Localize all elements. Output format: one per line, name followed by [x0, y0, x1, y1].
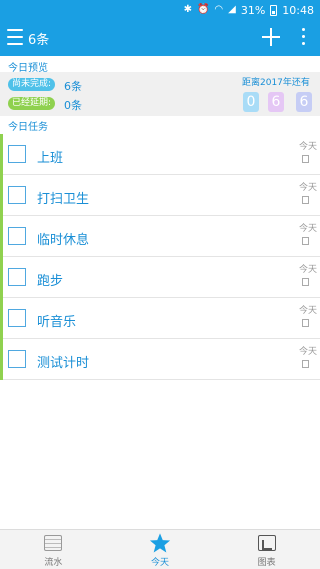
task-checkbox[interactable]: [8, 227, 26, 245]
tab-label: 图表: [257, 558, 276, 568]
task-priority-bar: [0, 339, 3, 380]
task-title: 跑步: [37, 274, 64, 289]
note-icon: [302, 278, 309, 286]
task-title: 打扫卫生: [37, 192, 90, 207]
countdown-digit: 6: [268, 92, 284, 112]
battery-icon: [270, 4, 278, 16]
task-title: 测试计时: [37, 356, 90, 371]
task-checkbox[interactable]: [8, 350, 26, 368]
task-row[interactable]: 上班 今天: [0, 134, 320, 175]
more-icon[interactable]: [302, 28, 306, 46]
task-checkbox[interactable]: [8, 145, 26, 163]
task-priority-bar: [0, 175, 3, 216]
task-checkbox[interactable]: [8, 309, 26, 327]
tab-label: 流水: [44, 558, 63, 568]
task-checkbox[interactable]: [8, 268, 26, 286]
task-priority-bar: [0, 298, 3, 339]
task-title: 听音乐: [37, 315, 77, 330]
task-row[interactable]: 临时休息 今天: [0, 216, 320, 257]
bottom-tab-bar: 流水 今天 图表: [0, 529, 320, 569]
task-date: 今天: [298, 142, 317, 152]
tab-today[interactable]: 今天: [107, 530, 214, 569]
alarm-icon: ⏰: [196, 4, 210, 15]
list-icon: [44, 535, 63, 551]
battery-percent: 31%: [240, 3, 266, 17]
task-row[interactable]: 打扫卫生 今天: [0, 175, 320, 216]
countdown-digit: 0: [243, 92, 259, 112]
unfinished-count: 6条: [64, 80, 82, 93]
signal-icon: ◢: [228, 4, 236, 15]
status-time: 10:48: [282, 3, 314, 17]
delayed-badge: 已经延期:: [8, 97, 56, 110]
page-title: 6条: [28, 33, 50, 48]
task-date: 今天: [298, 224, 317, 234]
add-icon[interactable]: [262, 28, 280, 46]
unfinished-badge: 尚未完成:: [8, 78, 56, 91]
note-icon: [302, 360, 309, 368]
tab-chart[interactable]: 图表: [213, 530, 320, 569]
task-list: 上班 今天 打扫卫生 今天 临时休息 今天 跑步 今天 听音乐 今天 测试计时 …: [0, 134, 320, 380]
task-date: 今天: [298, 347, 317, 357]
app-bar: 6条: [0, 20, 320, 56]
task-row[interactable]: 测试计时 今天: [0, 339, 320, 380]
note-icon: [302, 155, 309, 163]
task-row[interactable]: 跑步 今天: [0, 257, 320, 298]
task-date: 今天: [298, 306, 317, 316]
chart-icon: [257, 535, 276, 551]
task-title: 上班: [37, 151, 64, 166]
preview-panel: 尚未完成: 6条 已经延期: 0条 距离2017年还有 0 6 6: [0, 72, 320, 116]
delayed-count: 0条: [64, 99, 82, 112]
tab-list[interactable]: 流水: [0, 530, 107, 569]
note-icon: [302, 237, 309, 245]
task-priority-bar: [0, 134, 3, 175]
task-date: 今天: [298, 183, 317, 193]
task-priority-bar: [0, 257, 3, 298]
status-bar: ✱ ⏰ ◠ ◢ 31% 10:48: [0, 0, 320, 20]
task-row[interactable]: 听音乐 今天: [0, 298, 320, 339]
bluetooth-icon: ✱: [183, 4, 192, 15]
task-checkbox[interactable]: [8, 186, 26, 204]
tab-label: 今天: [151, 558, 170, 568]
tasks-section-label: 今日任务: [8, 122, 48, 133]
task-priority-bar: [0, 216, 3, 257]
countdown-digit: 6: [296, 92, 312, 112]
countdown-label: 距离2017年还有: [242, 78, 310, 88]
task-title: 临时休息: [37, 233, 90, 248]
star-icon: [149, 533, 171, 553]
menu-icon[interactable]: [7, 29, 23, 45]
note-icon: [302, 196, 309, 204]
note-icon: [302, 319, 309, 327]
task-date: 今天: [298, 265, 317, 275]
wifi-icon: ◠: [214, 4, 224, 15]
